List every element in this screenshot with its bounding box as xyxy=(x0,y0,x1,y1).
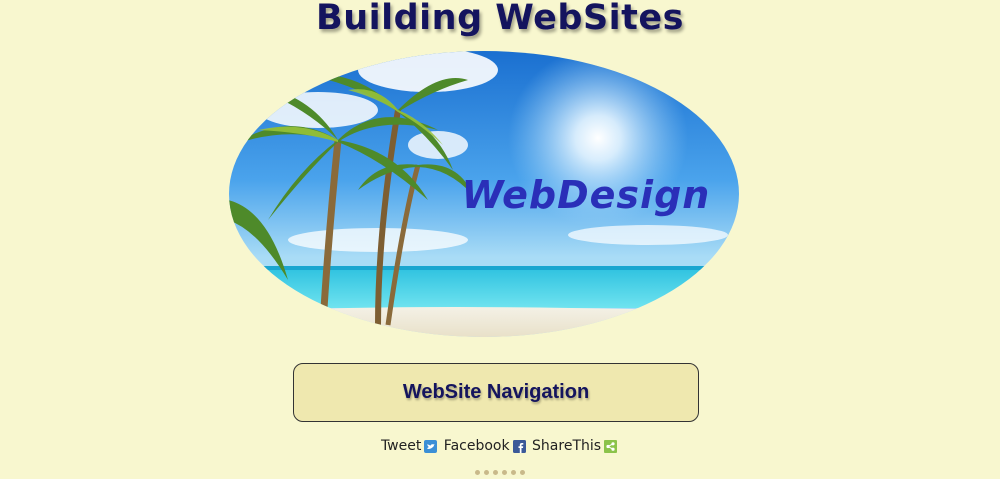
dot xyxy=(502,470,507,475)
dot xyxy=(520,470,525,475)
dot xyxy=(511,470,516,475)
tweet-link[interactable]: Tweet xyxy=(381,438,444,454)
tweet-label: Tweet xyxy=(380,438,422,454)
page: Building WebSites WebDesign WebSite Navi… xyxy=(0,0,1000,479)
decorative-dots xyxy=(0,470,1000,475)
twitter-icon xyxy=(424,440,438,453)
hero-beach-image: WebDesign xyxy=(229,51,739,337)
website-navigation-button[interactable]: WebSite Navigation xyxy=(293,363,699,422)
webdesign-logo-text: WebDesign xyxy=(462,173,711,217)
dot xyxy=(493,470,498,475)
share-icon xyxy=(604,440,618,453)
share-bar: Tweet Facebook ShareThis xyxy=(0,438,1000,454)
facebook-icon xyxy=(512,440,526,453)
facebook-label: Facebook xyxy=(443,438,510,454)
dot xyxy=(484,470,489,475)
dot xyxy=(475,470,480,475)
website-navigation-label: WebSite Navigation xyxy=(402,381,590,403)
page-title: Building WebSites xyxy=(316,0,684,38)
facebook-link[interactable]: Facebook xyxy=(444,438,532,454)
sharethis-link[interactable]: ShareThis xyxy=(532,438,619,454)
sharethis-label: ShareThis xyxy=(532,438,602,454)
